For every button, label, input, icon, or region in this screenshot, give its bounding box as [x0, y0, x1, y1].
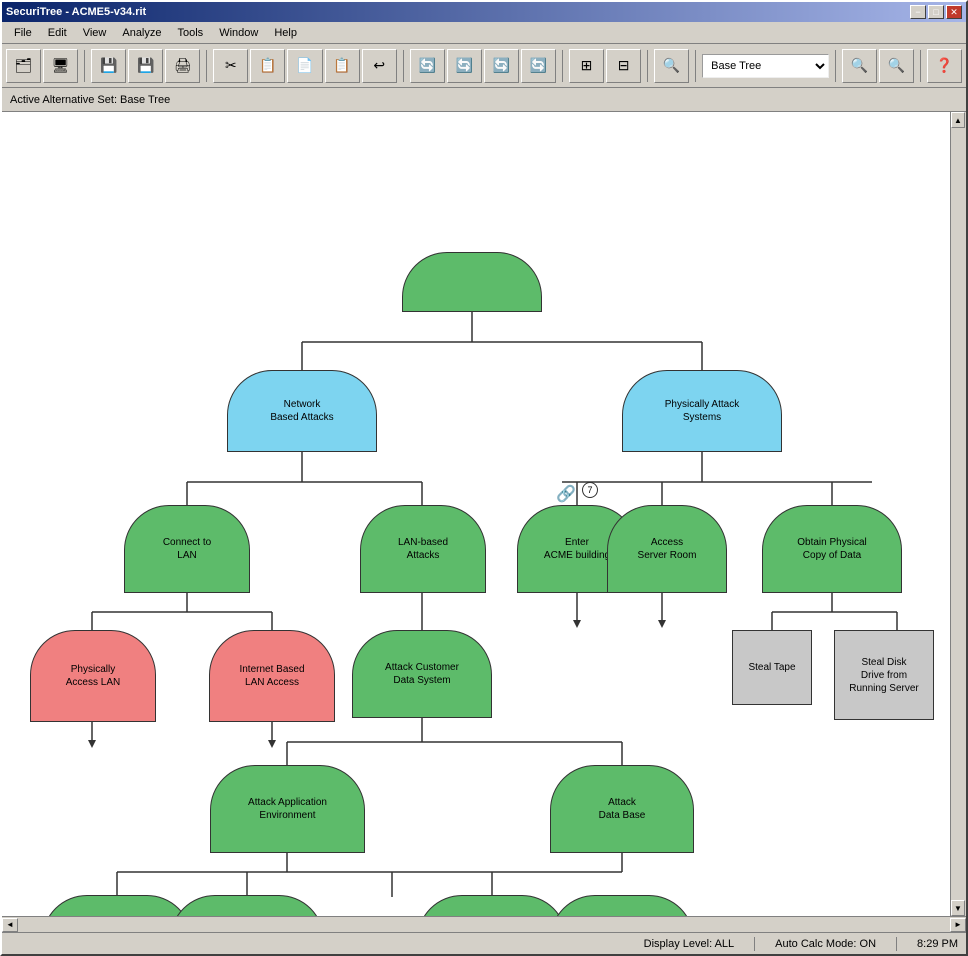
title-bar: SecuriTree - ACME5-v34.rit − □ ✕	[2, 2, 966, 22]
node-attack-app-os[interactable]: Attack Application's OS	[42, 895, 192, 916]
toolbar-btn-3[interactable]: 🔄	[410, 49, 445, 83]
node-attack-app-env[interactable]: Attack Application Environment	[210, 765, 365, 853]
vertical-scrollbar[interactable]: ▲ ▼	[950, 112, 966, 916]
status-bar: Display Level: ALL Auto Calc Mode: ON 8:…	[2, 932, 966, 954]
node-connect-lan[interactable]: Connect to LAN	[124, 505, 250, 593]
statusbar-sep-1	[754, 937, 755, 951]
toolbar-btn-1[interactable]: 🗂	[6, 49, 41, 83]
node-root[interactable]	[402, 252, 542, 312]
node-internet-lan[interactable]: Internet Based LAN Access	[209, 630, 335, 722]
link-icon: 🔗	[556, 484, 576, 504]
toolbar-copy[interactable]: 📋	[250, 49, 285, 83]
node-steal-tape[interactable]: Steal Tape	[732, 630, 812, 705]
toolbar-grid1[interactable]: ⊞	[569, 49, 604, 83]
toolbar-find[interactable]: 🔍	[654, 49, 689, 83]
toolbar-sep-3	[403, 50, 404, 82]
horizontal-scrollbar[interactable]: ◄ ►	[2, 916, 966, 932]
close-button[interactable]: ✕	[946, 5, 962, 19]
window-controls: − □ ✕	[910, 5, 962, 19]
node-compromise-oracle[interactable]: L(CI): Compromise Oracle	[550, 895, 694, 916]
toolbar-save2[interactable]: 💾	[128, 49, 163, 83]
canvas-area[interactable]: Network Based Attacks Physically Attack …	[2, 112, 950, 916]
toolbar-btn-6[interactable]: 🔄	[521, 49, 556, 83]
menu-help[interactable]: Help	[266, 25, 305, 41]
scroll-left-button[interactable]: ◄	[2, 918, 18, 932]
toolbar-paste2[interactable]: 📋	[325, 49, 360, 83]
main-window: SecuriTree - ACME5-v34.rit − □ ✕ File Ed…	[0, 0, 968, 956]
node-steal-disk[interactable]: Steal Disk Drive from Running Server	[834, 630, 934, 720]
toolbar-sep-6	[695, 50, 696, 82]
toolbar-btn-5[interactable]: 🔄	[484, 49, 519, 83]
toolbar-print[interactable]: 🖨	[165, 49, 200, 83]
toolbar-paste[interactable]: 📄	[287, 49, 322, 83]
toolbar-sep-2	[206, 50, 207, 82]
scroll-track	[951, 128, 966, 900]
node-access-server[interactable]: Access Server Room	[607, 505, 727, 593]
statusbar-sep-2	[896, 937, 897, 951]
toolbar-cut[interactable]: ✂	[213, 49, 248, 83]
toolbar-grid2[interactable]: ⊟	[606, 49, 641, 83]
scroll-down-button[interactable]: ▼	[951, 900, 965, 916]
toolbar-save[interactable]: 💾	[91, 49, 126, 83]
menu-bar: File Edit View Analyze Tools Window Help	[2, 22, 966, 44]
node-phys-access-lan[interactable]: Physically Access LAN	[30, 630, 156, 722]
toolbar-zoom-out[interactable]: 🔍	[879, 49, 914, 83]
toolbar-undo[interactable]: ↩	[362, 49, 397, 83]
node-lan-based[interactable]: LAN-based Attacks	[360, 505, 486, 593]
toolbar-sep-1	[84, 50, 85, 82]
display-level: Display Level: ALL	[644, 938, 735, 950]
toolbar-sep-8	[920, 50, 921, 82]
window-title: SecuriTree - ACME5-v34.rit	[6, 6, 146, 18]
menu-window[interactable]: Window	[211, 25, 266, 41]
main-content: Network Based Attacks Physically Attack …	[2, 112, 966, 916]
badge-7: 7	[582, 482, 598, 498]
alt-set-label: Active Alternative Set: Base Tree	[10, 94, 170, 106]
toolbar-zoom-in[interactable]: 🔍	[842, 49, 877, 83]
menu-view[interactable]: View	[75, 25, 115, 41]
node-attack-app-code[interactable]: Attack Application Code	[170, 895, 324, 916]
calc-mode: Auto Calc Mode: ON	[775, 938, 876, 950]
tree-diagram: Network Based Attacks Physically Attack …	[2, 112, 950, 916]
menu-file[interactable]: File	[6, 25, 40, 41]
toolbar: 🗂 🖥 💾 💾 🖨 ✂ 📋 📄 📋 ↩ 🔄 🔄 🔄 🔄 ⊞ ⊟ 🔍 Base T…	[2, 44, 966, 88]
clock: 8:29 PM	[917, 938, 958, 950]
node-physical-attack[interactable]: Physically Attack Systems	[622, 370, 782, 452]
alternative-set-dropdown[interactable]: Base Tree	[702, 54, 829, 78]
maximize-button[interactable]: □	[928, 5, 944, 19]
node-account-based[interactable]: Account Based Attacks	[417, 895, 567, 916]
node-obtain-physical[interactable]: Obtain Physical Copy of Data	[762, 505, 902, 593]
alt-set-bar: Active Alternative Set: Base Tree	[2, 88, 966, 112]
toolbar-help[interactable]: ❓	[927, 49, 962, 83]
toolbar-sep-5	[647, 50, 648, 82]
minimize-button[interactable]: −	[910, 5, 926, 19]
menu-tools[interactable]: Tools	[170, 25, 212, 41]
node-network-attacks[interactable]: Network Based Attacks	[227, 370, 377, 452]
toolbar-sep-7	[835, 50, 836, 82]
toolbar-btn-4[interactable]: 🔄	[447, 49, 482, 83]
toolbar-btn-2[interactable]: 🖥	[43, 49, 78, 83]
scroll-right-button[interactable]: ►	[950, 918, 966, 932]
toolbar-sep-4	[562, 50, 563, 82]
menu-edit[interactable]: Edit	[40, 25, 75, 41]
node-attack-database[interactable]: Attack Data Base	[550, 765, 694, 853]
scroll-up-button[interactable]: ▲	[951, 112, 965, 128]
menu-analyze[interactable]: Analyze	[114, 25, 169, 41]
node-attack-customer[interactable]: Attack Customer Data System	[352, 630, 492, 718]
